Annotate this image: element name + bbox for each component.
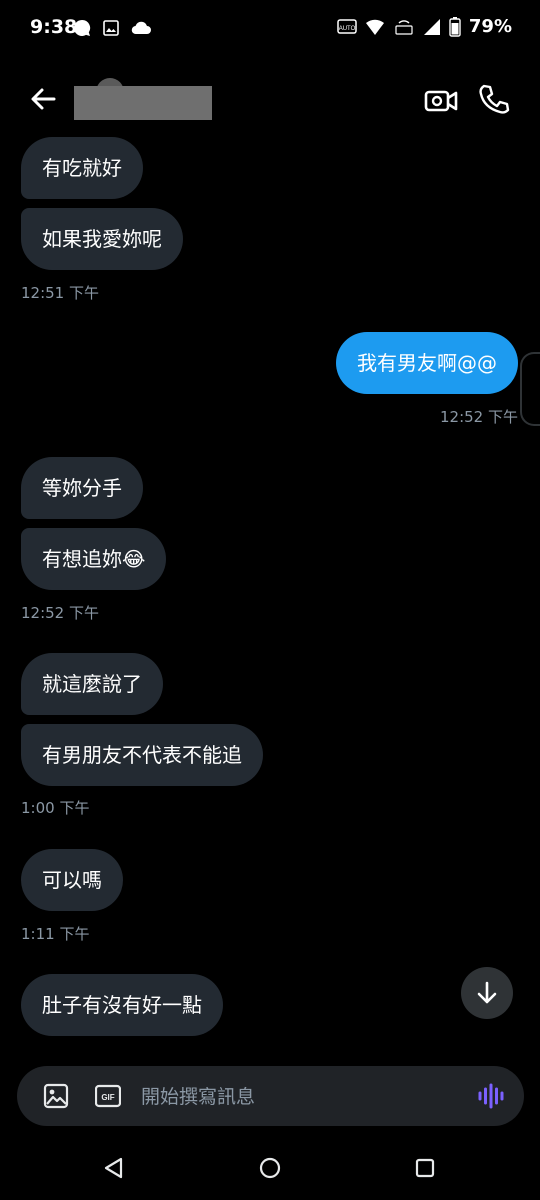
status-time: 9:38 (30, 16, 78, 38)
voice-icon[interactable] (477, 1083, 505, 1109)
message-timestamp: 12:51 下午 (21, 284, 99, 302)
wifi-icon (365, 19, 384, 35)
arrow-down-icon (477, 981, 497, 1004)
message-timestamp: 12:52 下午 (440, 408, 518, 426)
message-timestamp: 1:00 下午 (21, 799, 90, 817)
message-text: 有想追妳 (42, 547, 122, 571)
system-nav-bar (0, 1140, 540, 1200)
status-icons-left (72, 18, 152, 38)
message-input[interactable] (139, 1078, 473, 1116)
message-bubble-incoming[interactable]: 有想追妳😂 (21, 528, 167, 590)
image-icon[interactable] (43, 1083, 69, 1109)
scroll-to-bottom-button[interactable] (461, 967, 513, 1019)
message-bubble-incoming[interactable]: 有男朋友不代表不能追 (21, 724, 263, 786)
message-bubble-incoming[interactable]: 有吃就好 (21, 137, 143, 199)
gif-icon[interactable]: GIF (95, 1084, 121, 1108)
contact-name[interactable] (74, 86, 212, 120)
message-bubble-incoming[interactable]: 如果我愛妳呢 (21, 208, 183, 270)
message-list[interactable]: 有吃就好 如果我愛妳呢 12:51 下午 我有男友啊@@ 12:52 下午 等妳… (0, 132, 540, 1054)
nav-home-icon[interactable] (258, 1156, 282, 1180)
gallery-icon (103, 20, 119, 36)
auto-icon: AUTO (337, 18, 357, 34)
conversation-header (0, 68, 540, 132)
message-timestamp: 1:11 下午 (21, 925, 90, 943)
back-arrow-icon[interactable] (26, 82, 60, 116)
status-icons-right: AUTO 79% (337, 16, 512, 37)
signal-icon (423, 18, 440, 35)
scroll-indicator[interactable] (520, 352, 540, 426)
battery-percent: 79% (468, 16, 512, 37)
message-timestamp: 12:52 下午 (21, 604, 99, 622)
video-call-icon[interactable] (424, 84, 458, 116)
message-bubble-outgoing[interactable]: 我有男友啊@@ (336, 332, 518, 394)
message-bubble-incoming[interactable]: 等妳分手 (21, 457, 143, 519)
svg-text:AUTO: AUTO (339, 26, 356, 32)
svg-text:GIF: GIF (101, 1093, 114, 1102)
nav-recents-icon[interactable] (414, 1157, 436, 1179)
phone-call-icon[interactable] (476, 82, 510, 116)
message-bubble-incoming[interactable]: 可以嗎 (21, 849, 123, 911)
message-bubble-incoming[interactable]: 肚子有沒有好一點 (21, 974, 223, 1036)
status-bar: 9:38 AUTO 79% (0, 0, 540, 60)
message-bubble-incoming[interactable]: 就這麼說了 (21, 653, 163, 715)
battery-icon (449, 16, 461, 37)
message-composer: GIF (17, 1066, 524, 1126)
cloud-icon (131, 21, 151, 35)
laughing-emoji: 😂 (122, 547, 146, 571)
nav-back-icon[interactable] (102, 1156, 126, 1180)
volte-icon (395, 19, 413, 35)
chat-bubble-icon (73, 19, 91, 36)
